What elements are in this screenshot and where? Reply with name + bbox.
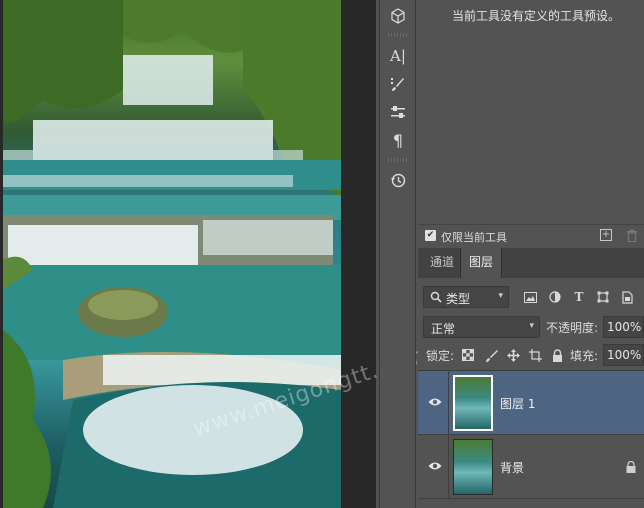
filter-kind-select[interactable]: 类型 ▾ <box>423 286 509 308</box>
layer-row-layer-1[interactable]: 图层 1 <box>418 371 644 435</box>
layer-lock-icon <box>626 461 636 473</box>
opacity-input[interactable]: 100% <box>603 316 644 338</box>
current-tool-only-label: 仅限当前工具 <box>441 231 507 244</box>
fill-input[interactable]: 100% <box>603 344 644 366</box>
3d-cube-icon[interactable] <box>386 4 410 28</box>
chevron-down-icon: ▾ <box>529 321 534 331</box>
paragraph-icon[interactable]: ¶ <box>386 128 410 152</box>
waterfall-photo[interactable] <box>3 0 341 508</box>
layer-name[interactable]: 图层 1 <box>500 395 535 412</box>
trash-icon[interactable] <box>626 229 638 242</box>
canvas-pasteboard <box>341 0 376 508</box>
lock-artboard-icon[interactable] <box>528 348 542 362</box>
waterfall-illustration <box>3 0 341 508</box>
no-presets-message: 当前工具没有定义的工具预设。 <box>452 9 621 23</box>
lock-label: 锁定: <box>426 349 455 363</box>
strip-grip <box>388 33 408 37</box>
lock-position-move-icon[interactable] <box>506 348 520 362</box>
lock-pixels-brush-icon[interactable] <box>484 348 498 362</box>
shape-layer-filter-icon[interactable] <box>595 289 611 305</box>
document-canvas[interactable]: www.meigongtt.com <box>0 0 429 508</box>
layer-row-background[interactable]: 背景 <box>418 435 644 499</box>
tab-layers[interactable]: 图层 <box>460 248 503 278</box>
current-tool-only-checkbox[interactable]: ✔ <box>425 230 436 241</box>
strip-grip <box>388 158 408 162</box>
panel-icon-strip: A| ¶ <box>379 0 416 508</box>
current-tool-only-row: ✔ 仅限当前工具 + <box>418 224 644 246</box>
tool-presets-panel: 当前工具没有定义的工具预设。 <box>418 0 644 224</box>
history-icon[interactable] <box>386 168 410 192</box>
layer-name[interactable]: 背景 <box>500 459 524 476</box>
lock-all-icon[interactable] <box>550 348 564 362</box>
character-panel-icon[interactable]: A| <box>386 44 410 68</box>
opacity-label: 不透明度: <box>546 321 599 335</box>
layers-tab-bar: 通道 图层 <box>418 248 644 278</box>
layers-list: 图层 1 背景 <box>418 370 644 508</box>
type-layer-filter-icon[interactable]: T <box>571 289 587 305</box>
smart-object-filter-icon[interactable] <box>619 289 635 305</box>
right-panel: 当前工具没有定义的工具预设。 ✔ 仅限当前工具 + 通道 图层 类型 ▾ T 正… <box>418 0 644 508</box>
layer-thumbnail[interactable] <box>453 375 493 431</box>
blend-mode-select[interactable]: 正常 ▾ <box>423 316 540 338</box>
fill-label: 填充: <box>570 349 599 363</box>
blend-opacity-row: 正常 ▾ 不透明度: 100% <box>418 316 644 338</box>
new-preset-icon[interactable]: + <box>600 229 612 241</box>
tab-channels[interactable]: 通道 <box>422 248 462 278</box>
adjustment-layer-filter-icon[interactable] <box>547 289 563 305</box>
visibility-eye-icon[interactable] <box>428 397 442 407</box>
adjustments-icon[interactable] <box>386 100 410 124</box>
pixel-layer-filter-icon[interactable] <box>522 289 538 305</box>
layer-thumbnail[interactable] <box>453 439 493 495</box>
blend-mode-value: 正常 <box>431 322 456 336</box>
visibility-eye-icon[interactable] <box>428 461 442 471</box>
filter-kind-label: 类型 <box>446 292 471 306</box>
brush-settings-icon[interactable] <box>386 72 410 96</box>
eye-divider <box>448 435 449 499</box>
search-icon <box>430 291 442 303</box>
layer-filter-row: 类型 ▾ T <box>418 286 644 308</box>
eye-divider <box>448 371 449 435</box>
lock-transparency-icon[interactable] <box>461 348 475 362</box>
chevron-down-icon: ▾ <box>498 291 503 301</box>
lock-fill-row: 锁定: 填充: 100% <box>418 344 644 366</box>
